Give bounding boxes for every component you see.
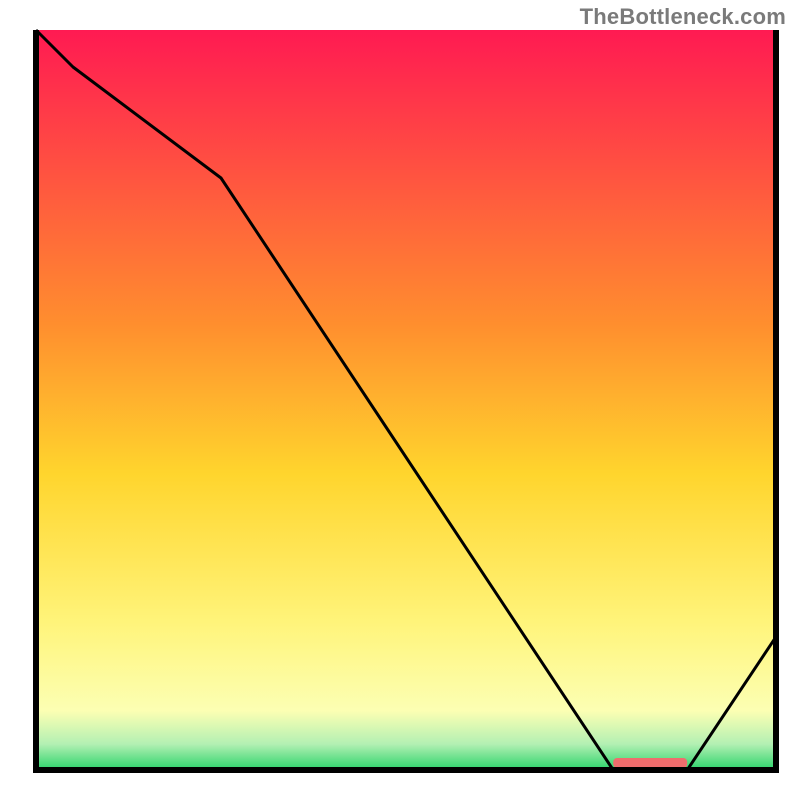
- bottleneck-chart: [0, 0, 800, 800]
- plot-background: [36, 30, 776, 770]
- chart-container: TheBottleneck.com: [0, 0, 800, 800]
- optimal-zone-marker: [613, 758, 687, 768]
